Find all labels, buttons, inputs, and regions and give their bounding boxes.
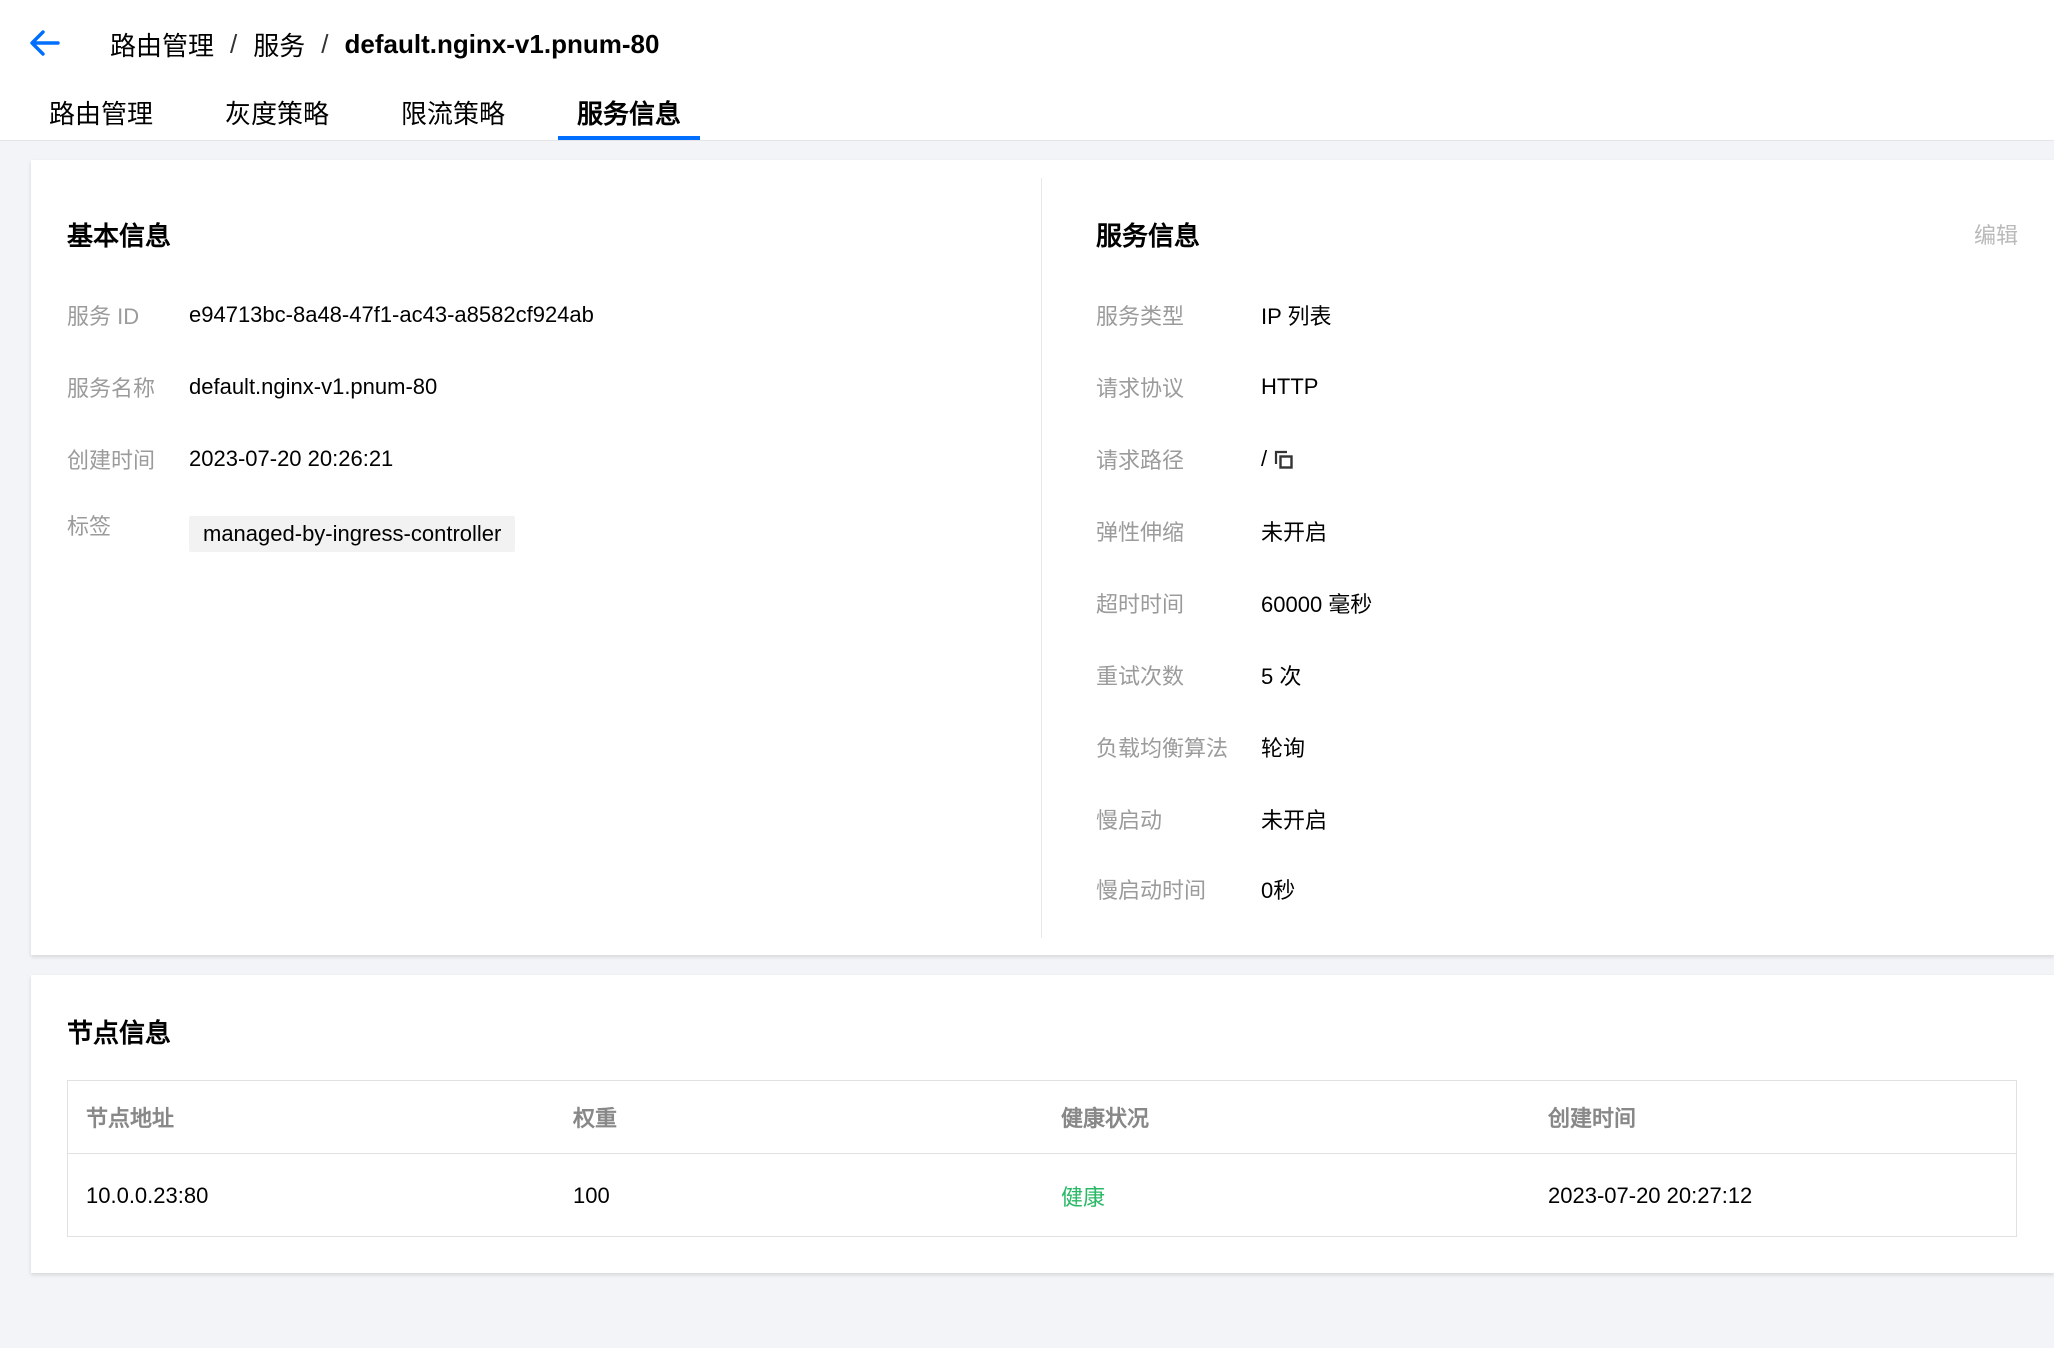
field-row: 慢启动时间 0秒 xyxy=(1096,871,1996,907)
info-card: 基本信息 服务 ID e94713bc-8a48-47f1-ac43-a8582… xyxy=(31,160,2054,955)
field-label: 服务 ID xyxy=(67,304,140,329)
service-id-value: e94713bc-8a48-47f1-ac43-a8582cf924ab xyxy=(189,302,594,327)
tab-canary-policy[interactable]: 灰度策略 xyxy=(206,90,348,140)
breadcrumb-current: default.nginx-v1.pnum-80 xyxy=(344,28,660,59)
field-row: 服务类型 IP 列表 xyxy=(1096,297,1996,333)
table-row: 10.0.0.23:80 100 健康 2023-07-20 20:27:12 xyxy=(68,1154,2016,1237)
nodes-title: 节点信息 xyxy=(67,1018,172,1048)
field-label: 重试次数 xyxy=(1096,664,1185,689)
service-type-value: IP 列表 xyxy=(1261,304,1332,329)
nodes-card: 节点信息 节点地址 权重 健康状况 创建时间 10.0.0.23:80 100 … xyxy=(31,975,2054,1273)
arrow-left-icon[interactable] xyxy=(28,26,62,60)
node-weight: 100 xyxy=(573,1182,610,1208)
field-row: 重试次数 5 次 xyxy=(1096,657,1996,693)
column-header-created: 创建时间 xyxy=(1548,1106,1637,1131)
field-row: 弹性伸缩 未开启 xyxy=(1096,513,1996,549)
field-label: 服务类型 xyxy=(1096,304,1185,329)
breadcrumb-services[interactable]: 服务 xyxy=(253,26,305,63)
request-path-value: / xyxy=(1261,446,1268,471)
field-label: 弹性伸缩 xyxy=(1096,520,1185,545)
field-label: 负载均衡算法 xyxy=(1096,736,1229,761)
breadcrumb-separator: / xyxy=(230,28,238,59)
field-label: 服务名称 xyxy=(67,376,156,401)
nodes-table: 节点地址 权重 健康状况 创建时间 10.0.0.23:80 100 健康 20… xyxy=(67,1080,2017,1237)
field-row: 超时时间 60000 毫秒 xyxy=(1096,585,1996,621)
tags-row: 标签 managed-by-ingress-controller xyxy=(67,509,967,552)
tags-label: 标签 xyxy=(67,514,112,539)
autoscaling-value: 未开启 xyxy=(1261,520,1328,545)
column-divider xyxy=(1041,178,1042,938)
basic-info-title: 基本信息 xyxy=(67,221,172,251)
protocol-value: HTTP xyxy=(1261,374,1319,399)
field-label: 请求路径 xyxy=(1096,448,1185,473)
field-row: 服务 ID e94713bc-8a48-47f1-ac43-a8582cf924… xyxy=(67,297,967,333)
slow-start-value: 未开启 xyxy=(1261,808,1328,833)
field-row: 服务名称 default.nginx-v1.pnum-80 xyxy=(67,369,967,405)
node-created-time: 2023-07-20 20:27:12 xyxy=(1548,1182,1753,1208)
retries-value: 5 次 xyxy=(1261,664,1302,689)
column-header-address: 节点地址 xyxy=(86,1106,175,1131)
field-label: 请求协议 xyxy=(1096,376,1185,401)
load-balancing-value: 轮询 xyxy=(1261,736,1306,761)
field-label: 创建时间 xyxy=(67,448,156,473)
node-health-status: 健康 xyxy=(1061,1184,1106,1210)
field-label: 慢启动 xyxy=(1096,808,1163,833)
breadcrumb-separator: / xyxy=(321,28,329,59)
column-header-health: 健康状况 xyxy=(1061,1106,1150,1131)
header: 路由管理 / 服务 / default.nginx-v1.pnum-80 路由管… xyxy=(0,0,2054,141)
field-row: 请求路径 / xyxy=(1096,441,1996,477)
breadcrumb: 路由管理 / 服务 / default.nginx-v1.pnum-80 xyxy=(110,24,659,64)
created-time-value: 2023-07-20 20:26:21 xyxy=(189,446,394,471)
edit-button[interactable]: 编辑 xyxy=(1974,218,2018,250)
breadcrumb-route-management[interactable]: 路由管理 xyxy=(110,26,214,63)
tab-rate-limit-policy[interactable]: 限流策略 xyxy=(382,90,524,140)
tab-route-management[interactable]: 路由管理 xyxy=(30,90,172,140)
field-label: 慢启动时间 xyxy=(1096,878,1207,903)
slow-start-time-value: 0秒 xyxy=(1261,878,1296,903)
tag-badge: managed-by-ingress-controller xyxy=(189,516,516,552)
field-row: 慢启动 未开启 xyxy=(1096,801,1996,837)
node-address: 10.0.0.23:80 xyxy=(86,1182,209,1208)
page: 路由管理 / 服务 / default.nginx-v1.pnum-80 路由管… xyxy=(0,0,2054,1348)
timeout-value: 60000 毫秒 xyxy=(1261,592,1373,617)
tab-service-info[interactable]: 服务信息 xyxy=(558,90,701,140)
tab-bar: 路由管理 灰度策略 限流策略 服务信息 xyxy=(30,90,734,140)
field-label: 超时时间 xyxy=(1096,592,1185,617)
copy-icon[interactable] xyxy=(1273,449,1295,471)
field-row: 创建时间 2023-07-20 20:26:21 xyxy=(67,441,967,477)
service-info-title: 服务信息 xyxy=(1096,221,1201,251)
field-row: 请求协议 HTTP xyxy=(1096,369,1996,405)
service-name-value: default.nginx-v1.pnum-80 xyxy=(189,374,438,399)
column-header-weight: 权重 xyxy=(573,1106,618,1131)
field-row: 负载均衡算法 轮询 xyxy=(1096,729,1996,765)
request-path: / xyxy=(1261,446,1295,472)
table-header: 节点地址 权重 健康状况 创建时间 xyxy=(68,1081,2016,1154)
